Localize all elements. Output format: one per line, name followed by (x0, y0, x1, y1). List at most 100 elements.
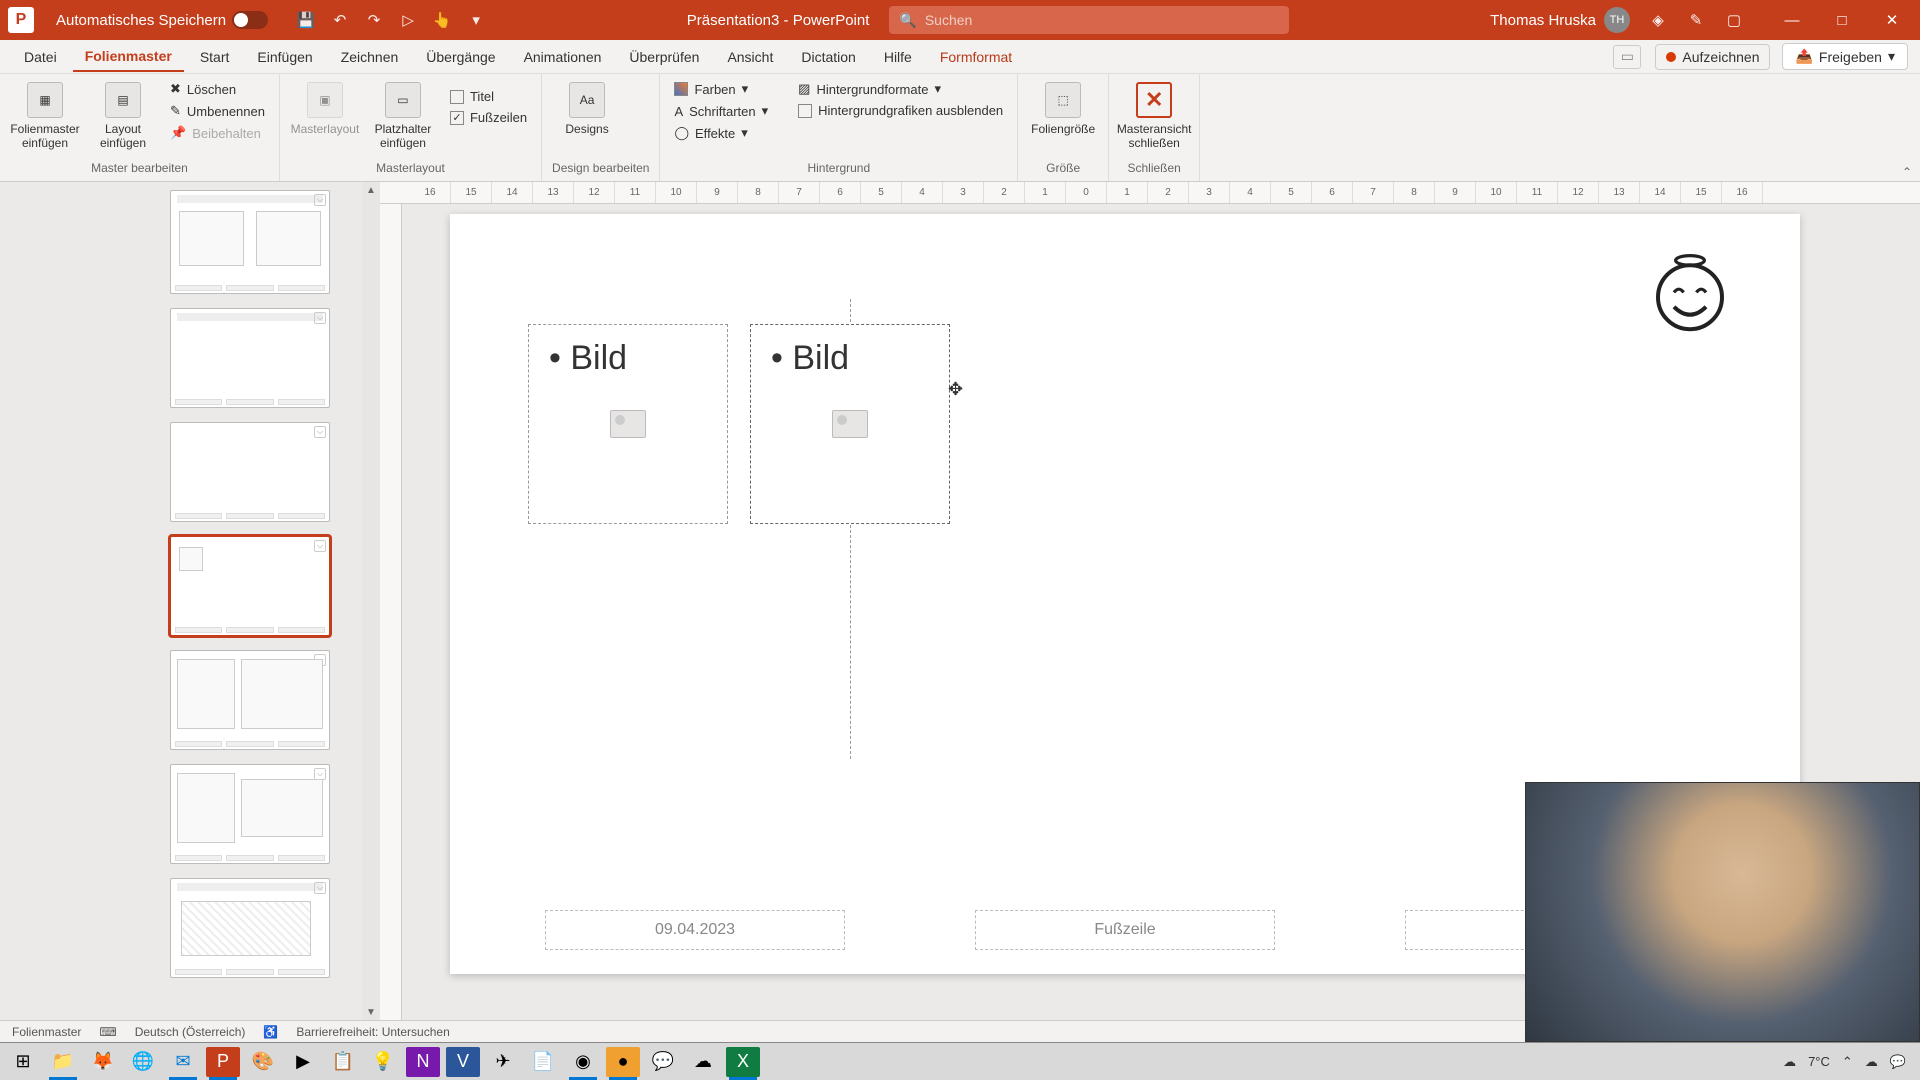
scroll-down-icon[interactable]: ▼ (363, 1004, 379, 1020)
collapse-ribbon-icon[interactable]: ⌃ (1902, 165, 1912, 179)
excel-icon[interactable]: X (726, 1047, 760, 1077)
schriftarten-button[interactable]: ASchriftarten ▾ (670, 102, 772, 120)
designs-button[interactable]: Aa Designs (552, 78, 622, 140)
status-accessibility[interactable]: Barrierefreiheit: Untersuchen (296, 1025, 449, 1039)
preserve-icon: 📌 (170, 125, 186, 141)
minimize-button[interactable]: ― (1772, 4, 1812, 36)
powerpoint-icon[interactable]: P (206, 1047, 240, 1077)
footer-placeholder[interactable]: Fußzeile (975, 910, 1275, 950)
layout-thumbnail-1[interactable]: ⌵ (170, 190, 330, 294)
chat-tray-icon[interactable]: 💬 (1890, 1054, 1906, 1070)
delete-icon: ✖ (170, 81, 181, 97)
outlook-icon[interactable]: ✉ (166, 1047, 200, 1077)
status-language[interactable]: Deutsch (Österreich) (135, 1025, 246, 1039)
smiley-shape[interactable] (1650, 254, 1730, 334)
tab-einfuegen[interactable]: Einfügen (245, 43, 324, 71)
vlc-icon[interactable]: ▶ (286, 1047, 320, 1077)
search-input[interactable] (925, 12, 1280, 28)
effekte-button[interactable]: ◯Effekte ▾ (670, 124, 772, 142)
umbenennen-button[interactable]: ✎Umbenennen (166, 102, 269, 120)
tab-zeichnen[interactable]: Zeichnen (329, 43, 411, 71)
start-button[interactable]: ⊞ (6, 1047, 40, 1077)
autosave-toggle[interactable]: Automatisches Speichern (56, 11, 268, 29)
tab-uebergaenge[interactable]: Übergänge (414, 43, 507, 71)
tab-datei[interactable]: Datei (12, 43, 69, 71)
comments-button[interactable]: ▭ (1613, 45, 1641, 69)
share-button[interactable]: 📤 Freigeben ▾ (1782, 43, 1908, 70)
layout-thumbnail-4[interactable]: ⌵ (170, 536, 330, 636)
close-master-icon: ✕ (1136, 82, 1172, 118)
tab-folienmaster[interactable]: Folienmaster (73, 42, 184, 72)
thumbnail-scrollbar[interactable]: ▲ ▼ (362, 182, 380, 1020)
tab-start[interactable]: Start (188, 43, 242, 71)
tab-ansicht[interactable]: Ansicht (715, 43, 785, 71)
image-placeholder-1[interactable]: • Bild (528, 324, 728, 524)
group-design-bearbeiten: Aa Designs Design bearbeiten (542, 74, 660, 181)
app-icon-3[interactable]: 💡 (366, 1047, 400, 1077)
loeschen-button[interactable]: ✖Löschen (166, 80, 269, 98)
record-dot-icon (1666, 52, 1676, 62)
onedrive-tray-icon[interactable]: ☁ (1865, 1054, 1878, 1070)
close-button[interactable]: ✕ (1872, 4, 1912, 36)
app-icon-4[interactable]: 📄 (526, 1047, 560, 1077)
tray-chevron-icon[interactable]: ⌃ (1842, 1054, 1853, 1070)
slide-size-icon: ⬚ (1045, 82, 1081, 118)
tab-ueberpruefen[interactable]: Überprüfen (617, 43, 711, 71)
app-icon-1[interactable]: 🎨 (246, 1047, 280, 1077)
hintergrundformate-button[interactable]: ▨Hintergrundformate ▾ (794, 80, 1007, 98)
start-from-beginning-icon[interactable]: ▷ (398, 10, 418, 30)
visio-icon[interactable]: V (446, 1047, 480, 1077)
fusszeilen-checkbox[interactable]: Fußzeilen (446, 109, 531, 126)
tab-formformat[interactable]: Formformat (928, 43, 1024, 71)
masteransicht-schliessen-button[interactable]: ✕ Masteransicht schließen (1119, 78, 1189, 155)
pen-icon[interactable]: ✎ (1686, 10, 1706, 30)
layout-thumbnail-5[interactable]: ⌵ (170, 650, 330, 750)
status-lang-icon[interactable]: ⌨ (99, 1025, 116, 1039)
chrome-icon[interactable]: 🌐 (126, 1047, 160, 1077)
maximize-button[interactable]: □ (1822, 4, 1862, 36)
window-icon[interactable]: ▢ (1724, 10, 1744, 30)
toggle-switch-icon[interactable] (232, 11, 268, 29)
folienmaster-einfuegen-button[interactable]: ▦ Folienmaster einfügen (10, 78, 80, 155)
weather-temp[interactable]: 7°C (1808, 1054, 1830, 1069)
telegram-icon[interactable]: ✈ (486, 1047, 520, 1077)
tab-hilfe[interactable]: Hilfe (872, 43, 924, 71)
chevron-down-icon: ▾ (1888, 48, 1895, 65)
qat-customize-icon[interactable]: ▾ (466, 10, 486, 30)
scroll-up-icon[interactable]: ▲ (363, 182, 379, 198)
layout-thumbnail-3[interactable]: ⌵ (170, 422, 330, 522)
titel-checkbox[interactable]: Titel (446, 88, 531, 105)
layout-thumbnail-2[interactable]: ⌵ (170, 308, 330, 408)
weather-icon[interactable]: ☁ (1783, 1054, 1796, 1070)
undo-icon[interactable]: ↶ (330, 10, 350, 30)
user-account[interactable]: Thomas Hruska TH (1490, 7, 1630, 33)
foliengroesse-button[interactable]: ⬚ Foliengröße (1028, 78, 1098, 140)
checkbox-icon (450, 90, 464, 104)
diamond-icon[interactable]: ◈ (1648, 10, 1668, 30)
system-tray[interactable]: ☁ 7°C ⌃ ☁ 💬 (1783, 1054, 1914, 1070)
tab-animationen[interactable]: Animationen (512, 43, 614, 71)
touch-mode-icon[interactable]: 👆 (432, 10, 452, 30)
layout-einfuegen-button[interactable]: ▤ Layout einfügen (88, 78, 158, 155)
save-icon[interactable]: 💾 (296, 10, 316, 30)
record-button[interactable]: Aufzeichnen (1655, 44, 1770, 70)
onenote-icon[interactable]: N (406, 1047, 440, 1077)
tab-dictation[interactable]: Dictation (789, 43, 867, 71)
farben-button[interactable]: Farben ▾ (670, 80, 772, 98)
layout-thumbnail-6[interactable]: ⌵ (170, 764, 330, 864)
app-icon-6[interactable]: ☁ (686, 1047, 720, 1077)
group-master-bearbeiten: ▦ Folienmaster einfügen ▤ Layout einfüge… (0, 74, 280, 181)
search-box[interactable]: 🔍 (889, 6, 1289, 34)
file-explorer-icon[interactable]: 📁 (46, 1047, 80, 1077)
hintergrundgrafiken-checkbox[interactable]: Hintergrundgrafiken ausblenden (794, 102, 1007, 119)
discord-icon[interactable]: 💬 (646, 1047, 680, 1077)
app-icon-2[interactable]: 📋 (326, 1047, 360, 1077)
date-placeholder[interactable]: 09.04.2023 (545, 910, 845, 950)
layout-thumbnail-7[interactable]: ⌵ (170, 878, 330, 978)
redo-icon[interactable]: ↷ (364, 10, 384, 30)
obs-icon[interactable]: ◉ (566, 1047, 600, 1077)
firefox-icon[interactable]: 🦊 (86, 1047, 120, 1077)
platzhalter-einfuegen-button[interactable]: ▭ Platzhalter einfügen (368, 78, 438, 155)
app-icon-5[interactable]: ● (606, 1047, 640, 1077)
image-placeholder-2[interactable]: • Bild (750, 324, 950, 524)
